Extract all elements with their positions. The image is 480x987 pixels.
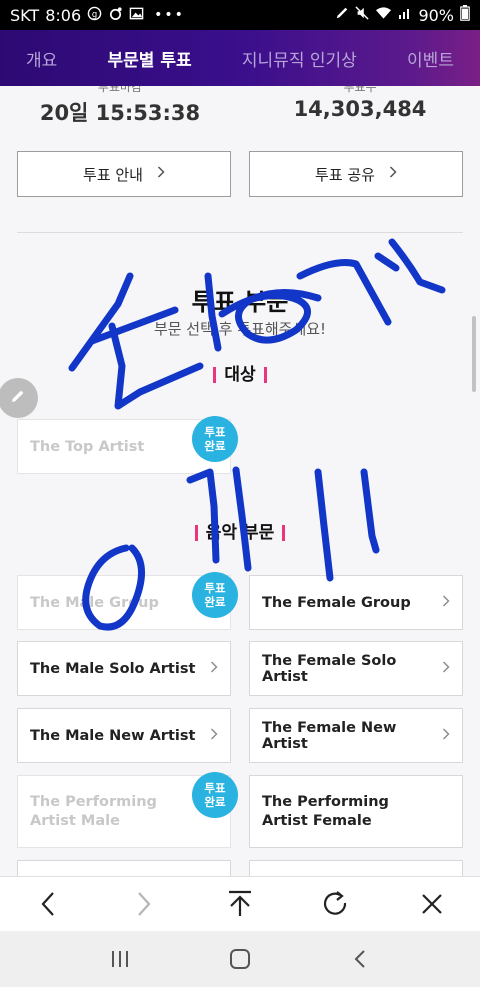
forward-icon[interactable] bbox=[124, 884, 164, 924]
clock: 8:06 bbox=[45, 5, 82, 25]
more-icon: ••• bbox=[154, 7, 185, 23]
vote-card-female-solo[interactable]: The Female Solo Artist bbox=[249, 641, 463, 696]
vote-card-label: The Female Solo Artist bbox=[262, 652, 397, 685]
chevron-right-icon bbox=[210, 661, 218, 677]
votes-label: 투표수 bbox=[343, 86, 377, 94]
vote-page-content[interactable]: 투표마감 20일 15:53:38 투표수 14,303,484 투표 안내 투… bbox=[0, 86, 480, 876]
divider bbox=[17, 232, 463, 233]
badge-line1: 투표 bbox=[204, 780, 226, 795]
vote-card-label: The Top Artist bbox=[30, 438, 145, 455]
edit-fab-button[interactable] bbox=[0, 378, 38, 418]
status-bar: SKT 8:06 g ••• 90% bbox=[0, 0, 480, 30]
vote-card-partial[interactable] bbox=[17, 860, 231, 876]
battery-level: 90% bbox=[418, 5, 454, 25]
accent-bar bbox=[213, 367, 217, 383]
category-label-grand: 대상 bbox=[0, 360, 480, 385]
carrier-label: SKT bbox=[10, 5, 40, 25]
deadline-countdown: 20일 15:53:38 bbox=[39, 101, 201, 125]
votes-count: 14,303,484 bbox=[293, 97, 427, 121]
reload-icon[interactable] bbox=[316, 884, 356, 924]
vote-card-label: The Male New Artist bbox=[30, 727, 196, 744]
vote-share-button[interactable]: 투표 공유 bbox=[249, 151, 463, 197]
chevron-right-icon bbox=[442, 728, 450, 744]
chevron-right-icon bbox=[157, 166, 165, 182]
category-label-music-text: 음악 부문 bbox=[205, 523, 275, 543]
vote-card-label-line1: The Performing bbox=[262, 793, 389, 810]
vote-card-label-line2: Artist Male bbox=[30, 812, 120, 829]
vote-card-label: The Male Solo Artist bbox=[30, 660, 196, 677]
vote-card-label-line1: The Performing bbox=[30, 793, 157, 810]
signal-icon bbox=[398, 6, 412, 24]
wifi-icon bbox=[375, 6, 392, 24]
vote-card-female-new[interactable]: The Female New Artist bbox=[249, 708, 463, 763]
vote-card-label: The Female Group bbox=[262, 594, 411, 611]
badge-line2: 완료 bbox=[204, 595, 226, 609]
vote-card-male-solo[interactable]: The Male Solo Artist bbox=[17, 641, 231, 696]
vote-card-label-line2: Artist Female bbox=[262, 812, 372, 829]
browser-toolbar bbox=[0, 876, 480, 931]
svg-text:g: g bbox=[92, 8, 97, 18]
vote-share-label: 투표 공유 bbox=[315, 165, 375, 184]
badge-line1: 투표 bbox=[204, 424, 226, 439]
vote-guide-label: 투표 안내 bbox=[83, 165, 143, 184]
mute-icon bbox=[355, 6, 370, 24]
vote-card-female-group[interactable]: The Female Group bbox=[249, 575, 463, 630]
category-label-grand-text: 대상 bbox=[224, 365, 256, 385]
vote-guide-button[interactable]: 투표 안내 bbox=[17, 151, 231, 197]
vote-complete-badge: 투표 완료 bbox=[192, 572, 238, 618]
scroll-top-icon[interactable] bbox=[220, 884, 260, 924]
tab-category-vote[interactable]: 부문별 투표 bbox=[108, 46, 192, 71]
vote-card-label: The Performing Artist Male bbox=[30, 793, 157, 831]
vote-stats: 투표마감 20일 15:53:38 투표수 14,303,484 bbox=[0, 86, 480, 136]
image-icon bbox=[129, 6, 144, 25]
pencil-icon bbox=[9, 387, 27, 409]
votes-stat: 투표수 14,303,484 bbox=[240, 86, 480, 127]
section-title: 투표 부문 bbox=[191, 288, 289, 316]
accent-bar bbox=[282, 525, 286, 541]
badge-line2: 완료 bbox=[204, 439, 226, 453]
badge-line1: 투표 bbox=[204, 580, 226, 595]
deadline-stat: 투표마감 20일 15:53:38 bbox=[0, 86, 240, 133]
camera-icon bbox=[108, 6, 123, 25]
deadline-label: 투표마감 bbox=[97, 86, 143, 94]
system-navigation-bar bbox=[0, 931, 480, 987]
vote-complete-badge: 투표 완료 bbox=[192, 416, 238, 462]
vote-card-performing-female[interactable]: The Performing Artist Female bbox=[249, 775, 463, 848]
close-icon[interactable] bbox=[412, 884, 452, 924]
vote-complete-badge: 투표 완료 bbox=[192, 772, 238, 818]
vote-card-label: The Male Group bbox=[30, 594, 159, 611]
chevron-right-icon bbox=[442, 595, 450, 611]
tab-event[interactable]: 이벤트 bbox=[407, 46, 454, 71]
category-label-music: 음악 부문 bbox=[0, 518, 480, 543]
chevron-right-icon bbox=[210, 728, 218, 744]
badge-line2: 완료 bbox=[204, 795, 226, 809]
recent-apps-icon[interactable] bbox=[100, 939, 140, 979]
accent-bar bbox=[263, 367, 267, 383]
accent-bar bbox=[194, 525, 198, 541]
back-icon[interactable] bbox=[340, 939, 380, 979]
home-icon[interactable] bbox=[220, 939, 260, 979]
vote-card-label: The Performing Artist Female bbox=[262, 793, 389, 831]
back-icon[interactable] bbox=[28, 884, 68, 924]
scrollbar-thumb[interactable] bbox=[472, 316, 476, 392]
chevron-right-icon bbox=[442, 661, 450, 677]
g-badge-icon: g bbox=[87, 6, 102, 25]
chevron-right-icon bbox=[389, 166, 397, 182]
stylus-icon bbox=[335, 6, 349, 24]
vote-card-partial[interactable] bbox=[249, 860, 463, 876]
vote-card-male-new[interactable]: The Male New Artist bbox=[17, 708, 231, 763]
tab-genie-popularity[interactable]: 지니뮤직 인기상 bbox=[242, 46, 357, 71]
category-tab-bar: 개요 부문별 투표 지니뮤직 인기상 이벤트 bbox=[0, 30, 480, 86]
tab-overview[interactable]: 개요 bbox=[26, 46, 57, 71]
section-subtitle: 부문 선택 후 투표해주세요! bbox=[153, 320, 327, 338]
battery-icon bbox=[460, 5, 470, 25]
vote-card-label: The Female New Artist bbox=[262, 719, 397, 752]
